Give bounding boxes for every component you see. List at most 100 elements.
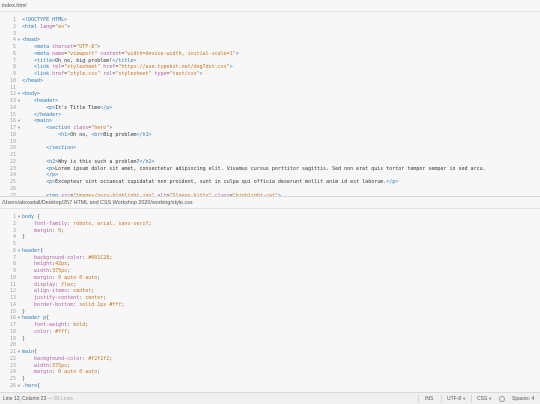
code-text: <link rel="stylesheet" href="https://use… — [22, 64, 233, 71]
code-line[interactable]: 9 width:375px; — [0, 268, 540, 275]
code-line[interactable]: 12 ▼ <body> — [0, 91, 540, 98]
code-line[interactable]: 15} — [0, 309, 540, 316]
line-number: 3 — [12, 227, 16, 234]
code-line[interactable]: 7 background-color: #001C28; — [0, 255, 540, 262]
code-line[interactable]: 14 border-bottom: solid 1px #fff; — [0, 302, 540, 309]
code-line[interactable]: 26 — [0, 186, 540, 193]
code-text: <p>It's Title Time</p> — [22, 105, 112, 112]
code-text: background-color: #001C28; — [22, 255, 112, 262]
code-line[interactable]: 21 — [0, 152, 540, 159]
code-line[interactable]: 20 — [0, 342, 540, 349]
line-number: 5 — [12, 44, 16, 50]
code-line[interactable]: 16 ▼ header p{ — [0, 315, 540, 322]
code-token: > — [97, 44, 101, 50]
indent-select[interactable]: Spaces: 4 — [512, 396, 534, 402]
code-line[interactable]: 8 <link rel="stylesheet" href="https://u… — [0, 64, 540, 71]
code-line[interactable]: 18 color: #fff; — [0, 329, 540, 336]
code-text: width:375px; — [22, 363, 70, 370]
code-token: <br> — [91, 131, 104, 138]
code-line[interactable]: 26 ▼ .hero{ — [0, 383, 540, 390]
code-line[interactable]: 13 ▼ <header> — [0, 98, 540, 105]
code-line[interactable]: 3 margin: 0; — [0, 228, 540, 235]
encoding-select[interactable]: UTF-8▼ — [447, 396, 466, 402]
code-line[interactable]: 24 margin: 0 auto 0 auto; — [0, 369, 540, 376]
code-line[interactable]: 3 — [0, 31, 540, 38]
top-pane-title[interactable]: index.html — [0, 0, 540, 12]
code-line[interactable]: 5 <meta charset="UTF-8"> — [0, 44, 540, 51]
code-token: ; — [61, 227, 65, 234]
code-line[interactable]: 13 justify-content: center; — [0, 295, 540, 302]
code-token: <html — [22, 23, 41, 30]
code-token: margin — [34, 274, 53, 281]
code-line[interactable]: 20 </section> — [0, 145, 540, 152]
code-line[interactable]: 8 height:42px; — [0, 261, 540, 268]
line-number: 9 — [12, 71, 16, 77]
code-line[interactable]: 19 — [0, 139, 540, 146]
code-token: <h2> — [46, 158, 59, 165]
line-number: 11 — [9, 84, 16, 91]
code-line[interactable]: 6 ▼ header{ — [0, 248, 540, 255]
code-line[interactable]: 4 ▼ <head> — [0, 37, 540, 44]
code-line[interactable]: 14 <p>It's Title Time</p> — [0, 105, 540, 112]
line-number: 19 — [9, 335, 16, 342]
code-text: <p>Lorem ipsum dolor sit amet, consectet… — [22, 166, 486, 173]
code-line[interactable]: 10 </head> — [0, 78, 540, 85]
code-line[interactable]: 17 ▼ <section class="hero"> — [0, 125, 540, 132]
bottom-pane-title[interactable]: /Users/alexadall/Desktop/257 HTML and CS… — [0, 197, 540, 209]
line-count-label: — 83 Lines — [47, 396, 74, 402]
code-line[interactable]: 6 <meta name="viewport" content="width=d… — [0, 51, 540, 58]
code-line[interactable]: 9 <link href="style.css" rel="stylesheet… — [0, 71, 540, 78]
code-line[interactable]: 2 <html lang="en"> — [0, 24, 540, 31]
code-line[interactable]: 10 margin: 0 auto 0 auto; — [0, 275, 540, 282]
code-line[interactable]: 21 ▼ main{ — [0, 349, 540, 356]
code-line[interactable]: 22 <h2>Why is this such a problem?</h2> — [0, 159, 540, 166]
code-line[interactable]: 23 <p>Lorem ipsum dolor sit amet, consec… — [0, 166, 540, 173]
css-editor[interactable]: 1 ▼ body {2 font-family: roboto, arial, sa… — [0, 210, 540, 392]
code-line[interactable]: 1 <!DOCTYPE HTML> — [0, 17, 540, 24]
code-line[interactable]: 18 <h1>Oh no, <br>Big problem</h1> — [0, 132, 540, 139]
code-line[interactable]: 2 font-family: roboto, arial, sans-serif… — [0, 221, 540, 228]
code-line[interactable]: 25} — [0, 376, 540, 383]
code-token: It's Title Time — [55, 104, 101, 111]
code-line[interactable]: 11 — [0, 85, 540, 92]
code-token: </header> — [34, 111, 62, 118]
insert-mode-indicator[interactable]: INS — [425, 396, 433, 402]
line-number: 17 — [9, 322, 16, 328]
code-token: flex — [61, 281, 74, 288]
line-number: 10 — [9, 77, 16, 84]
cursor-position[interactable]: Line 12, Column 23 — 83 Lines — [3, 396, 73, 402]
code-text: header p{ — [22, 315, 49, 322]
linter-status-icon[interactable] — [499, 395, 505, 402]
code-line[interactable]: 7 <title>Oh no, big problem!</title> — [0, 58, 540, 65]
code-line[interactable]: 17 font-weight: bold; — [0, 322, 540, 329]
code-line[interactable]: 15 </header> — [0, 112, 540, 119]
code-text: </header> — [22, 112, 61, 119]
code-line[interactable]: 4} — [0, 234, 540, 241]
line-number: 18 — [9, 131, 16, 138]
code-line[interactable]: 19} — [0, 336, 540, 343]
code-line[interactable]: 1 ▼ body { — [0, 214, 540, 221]
code-text: body { — [22, 214, 40, 221]
code-token: } — [22, 376, 26, 382]
code-line[interactable]: 23 width:375px; — [0, 363, 540, 370]
code-line[interactable]: 5 — [0, 241, 540, 248]
language-select[interactable]: CSS▼ — [477, 396, 492, 402]
code-token: ; — [67, 328, 71, 335]
line-number: 13 — [9, 98, 16, 104]
code-token: "UTF-8" — [76, 44, 98, 50]
line-number: 6 — [12, 247, 16, 254]
code-line[interactable]: 16 ▼ <main> — [0, 118, 540, 125]
html-editor[interactable]: 1 <!DOCTYPE HTML> 2 <html lang="en"> 3 4 ▼ <hea… — [0, 12, 540, 196]
code-line[interactable]: 25 <p>Excepteur sint occaecat cupidatat … — [0, 179, 540, 186]
code-line[interactable]: 12 align-items: center; — [0, 288, 540, 295]
code-line[interactable]: 24 </p> — [0, 172, 540, 179]
code-line[interactable]: 11 display: flex; — [0, 282, 540, 289]
code-text: align-items: center; — [22, 288, 94, 295]
code-text: margin: 0 auto 0 auto; — [22, 369, 100, 376]
code-line[interactable]: 22 background-color: #f2f2f2; — [0, 356, 540, 363]
